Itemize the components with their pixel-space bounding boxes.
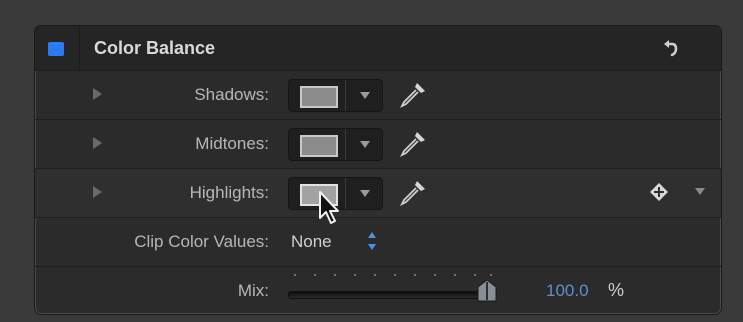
mix-slider-thumb[interactable] [476,279,498,303]
eyedropper-icon[interactable] [397,79,429,111]
clip-color-values-label: Clip Color Values: [134,232,269,251]
disclosure-triangle-icon[interactable] [93,137,102,149]
clip-color-values-popup[interactable]: None [291,232,332,252]
highlights-label: Highlights: [189,183,269,202]
header-divider [79,26,80,70]
midtones-color-well[interactable] [288,128,383,161]
chevron-down-icon[interactable] [360,190,370,197]
chevron-down-icon[interactable] [360,141,370,148]
mix-unit-label: % [608,280,625,300]
mouse-cursor-icon [319,191,339,224]
disclosure-triangle-icon[interactable] [93,186,102,198]
color-balance-panel: Color Balance Shadows: Midtones: Highlig… [34,25,722,315]
well-divider [345,80,346,111]
popup-arrows-icon[interactable] [367,230,377,252]
midtones-row: Midtones: [35,120,721,169]
animation-menu-chevron-icon[interactable] [695,188,705,195]
eyedropper-icon[interactable] [397,128,429,160]
keyframe-add-icon[interactable] [649,182,669,202]
shadows-row: Shadows: [35,71,721,120]
mix-slider-track[interactable] [288,291,490,299]
shadows-color-well[interactable] [288,79,383,112]
well-divider [345,178,346,209]
clip-color-values-row: Clip Color Values: None [35,218,721,267]
mix-label: Mix: [237,281,269,300]
chevron-down-icon[interactable] [360,92,370,99]
reset-icon[interactable] [661,38,681,58]
disclosure-triangle-icon[interactable] [93,88,102,100]
mix-value-field[interactable]: 100.0 [546,281,589,301]
eyedropper-icon[interactable] [397,177,429,209]
color-swatch[interactable] [300,135,338,157]
panel-title: Color Balance [94,38,216,58]
well-divider [345,129,346,160]
slider-tick-marks [294,274,492,276]
midtones-label: Midtones: [195,134,269,153]
highlights-row: Highlights: [35,169,721,218]
color-swatch[interactable] [300,86,338,108]
shadows-label: Shadows: [194,85,269,104]
panel-header: Color Balance [35,26,721,71]
mix-row: Mix: 100.0 % [35,267,721,314]
enable-checkbox[interactable] [48,42,64,56]
